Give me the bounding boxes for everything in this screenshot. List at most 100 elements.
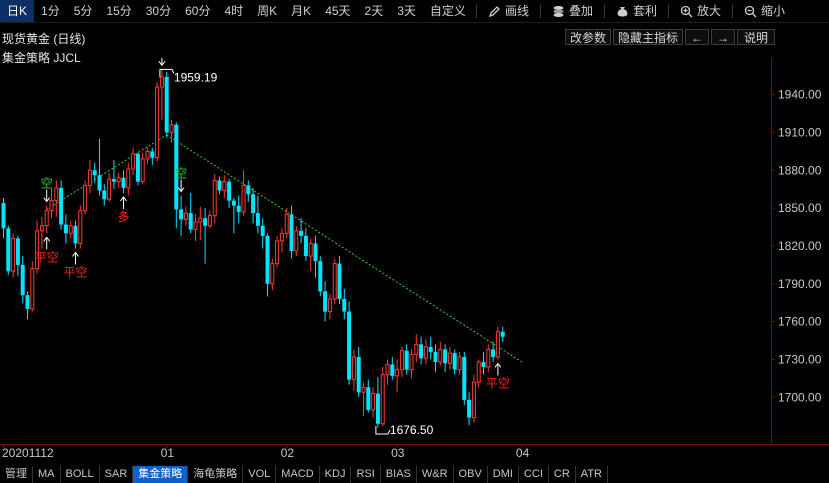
- pencil-button[interactable]: 画线: [480, 0, 537, 22]
- zoom-in-button[interactable]: 放大: [672, 0, 729, 22]
- trend-line: [46, 134, 167, 210]
- candle-body: [255, 213, 260, 226]
- tab-16[interactable]: ATR: [576, 466, 608, 483]
- candle-body: [303, 235, 308, 257]
- candle-body: [428, 346, 433, 352]
- candle-body: [284, 213, 289, 234]
- help-button[interactable]: 说明: [737, 29, 775, 45]
- extreme-label: 1676.50: [390, 423, 434, 437]
- candle-body: [15, 238, 20, 265]
- candle-body: [78, 210, 83, 244]
- candle-body: [73, 225, 78, 244]
- tab-14[interactable]: CCI: [519, 466, 549, 483]
- hide-indicator-button[interactable]: 隐藏主指标: [613, 29, 683, 45]
- tab-7[interactable]: MACD: [276, 466, 320, 483]
- candle-body: [457, 356, 462, 371]
- candle-body: [49, 200, 54, 212]
- modify-params-button[interactable]: 改参数: [565, 29, 611, 45]
- tab-1[interactable]: MA: [33, 466, 61, 483]
- candle-body: [193, 221, 198, 231]
- candle-body: [231, 200, 236, 206]
- tab-8[interactable]: KDJ: [320, 466, 352, 483]
- candle-body: [159, 76, 164, 88]
- period-12[interactable]: 自定义: [423, 0, 473, 22]
- signal-label: 平空: [63, 265, 87, 279]
- candle-body: [275, 240, 280, 265]
- tab-4[interactable]: 集金策略: [133, 466, 189, 483]
- period-1[interactable]: 1分: [34, 0, 67, 22]
- tab-5[interactable]: 海龟策略: [188, 466, 244, 483]
- candle-body: [6, 228, 11, 272]
- candle-body: [140, 158, 145, 183]
- candle-body: [183, 212, 188, 220]
- candle-body: [447, 352, 452, 364]
- candle-body: [347, 311, 352, 380]
- period-9[interactable]: 45天: [318, 0, 357, 22]
- candle-body: [270, 263, 275, 285]
- candle-body: [342, 298, 347, 312]
- candle-body: [1, 203, 6, 229]
- candlestick-chart[interactable]: 1700.00 1730.00 1760.00 1790.00 1820.00 1850.…: [0, 58, 829, 466]
- stack-button[interactable]: 叠加: [544, 0, 601, 22]
- candle-body: [251, 194, 256, 214]
- candle-body: [399, 350, 404, 371]
- period-0[interactable]: 日K: [0, 0, 35, 22]
- period-4[interactable]: 30分: [139, 0, 178, 22]
- toolbar-divider: [539, 4, 541, 18]
- trend-line: [166, 134, 523, 363]
- arrow-right-icon[interactable]: →: [711, 29, 735, 45]
- tab-9[interactable]: RSI: [351, 466, 381, 483]
- tab-6[interactable]: VOL: [243, 466, 277, 483]
- y-tick-label: 1700.00: [778, 390, 822, 404]
- candle-body: [217, 180, 222, 191]
- candle-body: [318, 261, 323, 292]
- signal-label: 平空: [35, 250, 59, 264]
- extreme-label: 1959.19: [174, 70, 218, 84]
- candle-body: [59, 187, 64, 225]
- candle-body: [87, 169, 92, 186]
- period-6[interactable]: 4时: [217, 0, 250, 22]
- candle-body: [423, 346, 428, 359]
- period-10[interactable]: 2天: [358, 0, 391, 22]
- y-tick-label: 1850.00: [778, 201, 822, 215]
- tab-12[interactable]: OBV: [454, 466, 488, 483]
- y-tick-label: 1820.00: [778, 239, 822, 253]
- arrow-down-icon: [177, 179, 185, 193]
- candle-body: [467, 399, 472, 418]
- period-2[interactable]: 5分: [67, 0, 100, 22]
- chart-title: 现货黄金 (日线): [2, 32, 86, 46]
- candle-body: [83, 184, 88, 212]
- period-3[interactable]: 15分: [99, 0, 138, 22]
- arrow-up-icon: [72, 251, 79, 265]
- tab-3[interactable]: SAR: [100, 466, 134, 483]
- period-5[interactable]: 60分: [178, 0, 217, 22]
- zoom-out-button[interactable]: 缩小: [736, 0, 793, 22]
- candle-body: [366, 387, 371, 410]
- tab-11[interactable]: W&R: [417, 466, 454, 483]
- arrow-left-icon[interactable]: ←: [685, 29, 709, 45]
- period-8[interactable]: 月K: [284, 0, 318, 22]
- candle-body: [260, 225, 265, 236]
- signal-label: 平空: [486, 376, 510, 390]
- candle-body: [39, 225, 44, 232]
- period-7[interactable]: 周K: [250, 0, 284, 22]
- candle-body: [404, 350, 409, 370]
- candle-body: [68, 225, 73, 234]
- tab-13[interactable]: DMI: [488, 466, 519, 483]
- tab-10[interactable]: BIAS: [381, 466, 417, 483]
- tab-0[interactable]: 管理: [0, 466, 33, 483]
- moneybag-icon: [616, 5, 629, 18]
- arrow-up-icon: [120, 196, 127, 209]
- moneybag-button[interactable]: 套利: [608, 0, 665, 22]
- candle-body: [92, 170, 97, 176]
- candle-body: [227, 181, 232, 201]
- candle-body: [241, 184, 246, 213]
- tab-15[interactable]: CR: [549, 466, 576, 483]
- candle-body: [332, 263, 337, 300]
- candle-body: [188, 213, 193, 230]
- candle-body: [462, 356, 467, 400]
- period-11[interactable]: 3天: [390, 0, 423, 22]
- candle-body: [121, 177, 126, 188]
- candle-body: [236, 205, 241, 212]
- tab-2[interactable]: BOLL: [61, 466, 100, 483]
